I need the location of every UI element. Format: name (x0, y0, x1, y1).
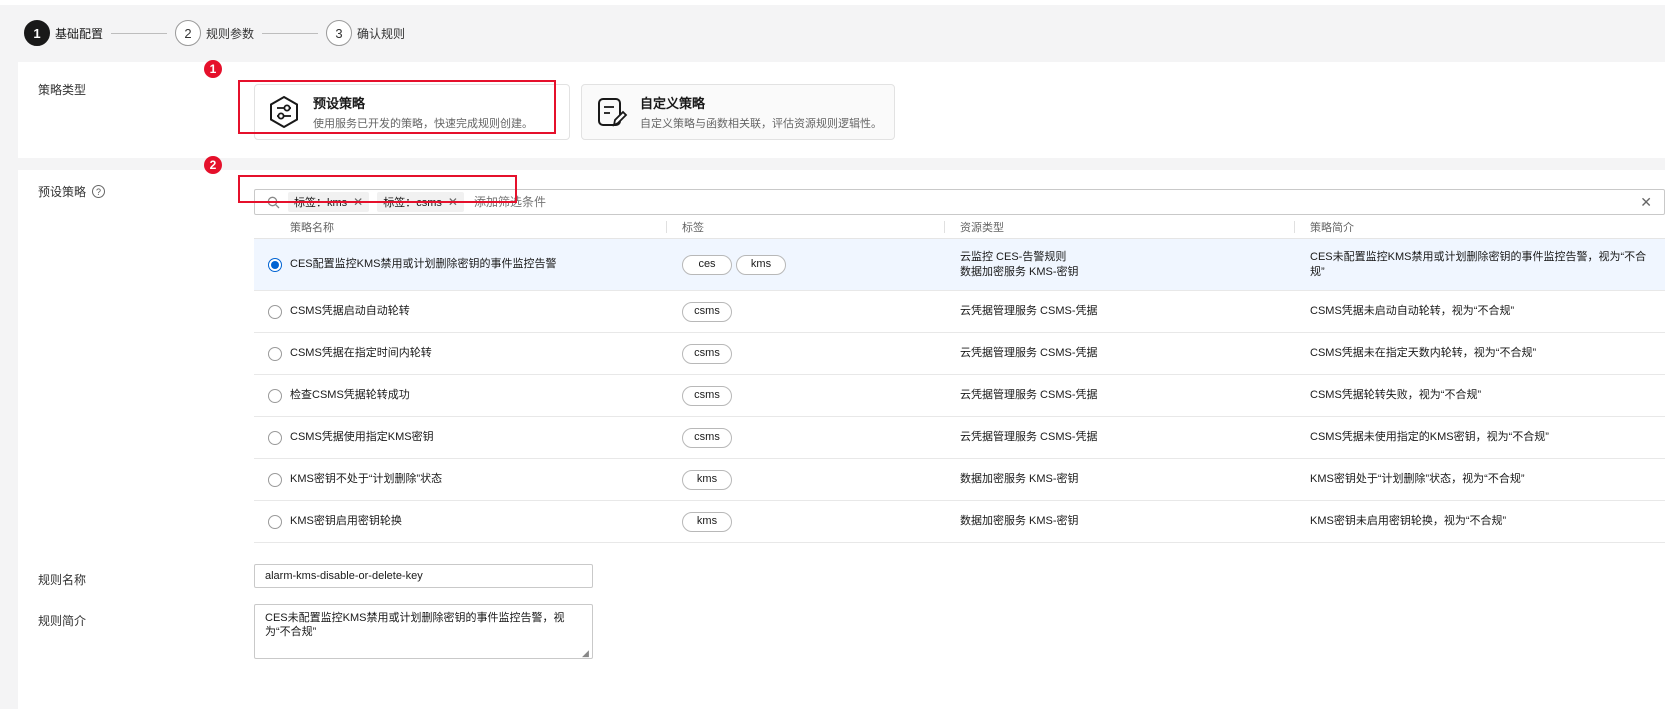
filter-search-bar[interactable]: 标签：kms ✕ 标签：csms ✕ ✕ (254, 189, 1665, 215)
policy-type-label: 策略类型 (38, 83, 87, 97)
preset-policy-option[interactable]: 预设策略 使用服务已开发的策略，快速完成规则创建。 (254, 84, 570, 140)
filter-chip-text: 标签：csms (383, 197, 442, 209)
tag-pill: kms (736, 254, 786, 275)
filter-chip-kms: 标签：kms ✕ (288, 192, 370, 212)
policy-name: KMS密钥不处于“计划删除”状态 (290, 473, 443, 485)
close-icon[interactable]: ✕ (353, 195, 363, 209)
step-connector (111, 32, 168, 34)
rule-name-input[interactable] (254, 564, 593, 588)
custom-policy-option[interactable]: 自定义策略 自定义策略与函数相关联，评估资源规则逻辑性。 (581, 84, 895, 140)
table-row[interactable]: CES配置监控KMS禁用或计划删除密钥的事件监控告警 ces kms 云监控 CE… (254, 239, 1665, 291)
rule-name-label: 规则名称 (38, 573, 87, 587)
policy-name: CSMS凭据使用指定KMS密钥 (290, 431, 434, 443)
policy-desc: CSMS凭据轮转失败，视为“不合规” (1310, 389, 1482, 401)
radio-button[interactable] (268, 346, 282, 361)
radio-button[interactable] (268, 388, 282, 403)
close-icon[interactable]: ✕ (448, 195, 458, 209)
table-row[interactable]: CSMS凭据在指定时间内轮转 csms 云凭据管理服务 CSMS-凭据 CSMS… (254, 333, 1665, 375)
tag-pill: csms (682, 385, 732, 406)
tag-pill: kms (682, 511, 732, 532)
policy-type-section: 策略类型 1 预设策略 使用服务已开发的策略，快速完成规则创建。 自定义策略 自… (18, 60, 1665, 158)
preset-policy-label-text: 预设策略 (38, 185, 87, 199)
table-header: 策略名称 标签 资源类型 策略简介 (254, 215, 1665, 239)
clear-filters-icon[interactable]: ✕ (1640, 194, 1652, 211)
rule-desc-textarea[interactable]: CES未配置监控KMS禁用或计划删除密钥的事件监控告警，视为“不合规” (254, 604, 593, 659)
step-connector (262, 32, 319, 34)
step-label: 规则参数 (206, 26, 255, 41)
policy-name: CES配置监控KMS禁用或计划删除密钥的事件监控告警 (290, 258, 557, 270)
tag-pill: csms (682, 427, 732, 448)
tag-pill: kms (682, 469, 732, 490)
resource-type: 数据加密服务 KMS-密钥 (960, 515, 1079, 527)
top-strip (0, 0, 1665, 5)
table-row[interactable]: CSMS凭据使用指定KMS密钥 csms 云凭据管理服务 CSMS-凭据 CSM… (254, 417, 1665, 459)
radio-button[interactable] (268, 430, 282, 445)
filter-chip-csms: 标签：csms ✕ (377, 192, 464, 212)
option-title: 自定义策略 (640, 96, 706, 111)
resource-type: 云凭据管理服务 CSMS-凭据 (960, 347, 1098, 359)
policy-desc: CSMS凭据未在指定天数内轮转，视为“不合规” (1310, 347, 1537, 359)
column-header-tags: 标签 (666, 215, 944, 238)
table-row[interactable]: 检查CSMS凭据轮转成功 csms 云凭据管理服务 CSMS-凭据 CSMS凭据… (254, 375, 1665, 417)
resource-type: 云凭据管理服务 CSMS-凭据 (960, 305, 1098, 317)
option-title: 预设策略 (313, 96, 366, 111)
policy-name: 检查CSMS凭据轮转成功 (290, 389, 410, 401)
step-basic-config[interactable]: 1 基础配置 (24, 20, 103, 46)
radio-button[interactable] (268, 472, 282, 487)
policy-desc: CES未配置监控KMS禁用或计划删除密钥的事件监控告警，视为“不合规” (1310, 250, 1647, 278)
step-label: 基础配置 (55, 26, 104, 41)
stepper: 1 基础配置 2 规则参数 3 确认规则 (24, 20, 405, 46)
filter-input[interactable] (473, 195, 774, 209)
radio-button[interactable] (268, 514, 282, 529)
resize-handle-icon[interactable]: ◢ (582, 648, 589, 659)
tag-pill: csms (682, 343, 732, 364)
step-number: 2 (175, 20, 202, 46)
preset-policy-table: 策略名称 标签 资源类型 策略简介 CES配置监控KMS禁用或计划删除密钥的事件… (254, 215, 1665, 543)
tag-pill: ces (682, 254, 732, 275)
annotation-badge-2: 2 (204, 156, 222, 174)
tag-pill: csms (682, 301, 732, 322)
search-icon (267, 196, 280, 208)
resource-type: 云监控 CES-告警规则 (960, 250, 1067, 263)
column-header-name: 策略名称 (290, 221, 334, 234)
preset-policy-section: 预设策略 ? 2 标签：kms ✕ 标签：csms ✕ ✕ 策略名称 标签 资源… (18, 156, 1665, 709)
help-icon[interactable]: ? (92, 185, 106, 198)
radio-button[interactable] (268, 304, 282, 319)
preset-policy-label: 预设策略 ? (38, 183, 106, 200)
resource-type: 云凭据管理服务 CSMS-凭据 (960, 431, 1098, 443)
column-header-desc: 策略简介 (1294, 215, 1665, 238)
radio-button[interactable] (268, 257, 282, 272)
option-desc: 使用服务已开发的策略，快速完成规则创建。 (313, 118, 533, 130)
policy-desc: CSMS凭据未启动自动轮转，视为“不合规” (1310, 305, 1515, 317)
annotation-badge-1: 1 (204, 60, 222, 78)
custom-policy-icon (598, 98, 628, 127)
step-confirm-rule[interactable]: 3 确认规则 (326, 20, 405, 46)
table-row[interactable]: KMS密钥不处于“计划删除”状态 kms 数据加密服务 KMS-密钥 KMS密钥… (254, 459, 1665, 501)
policy-desc: CSMS凭据未使用指定的KMS密钥，视为“不合规” (1310, 431, 1549, 443)
resource-type: 数据加密服务 KMS-密钥 (960, 265, 1079, 278)
table-row[interactable]: KMS密钥启用密钥轮换 kms 数据加密服务 KMS-密钥 KMS密钥未启用密钥… (254, 501, 1665, 543)
policy-desc: KMS密钥处于“计划删除”状态，视为“不合规” (1310, 473, 1525, 485)
rule-desc-label: 规则简介 (38, 614, 87, 628)
step-number: 1 (24, 20, 50, 46)
filter-chip-text: 标签：kms (294, 197, 348, 209)
step-rule-params[interactable]: 2 规则参数 (175, 20, 254, 46)
policy-name: CSMS凭据在指定时间内轮转 (290, 347, 432, 359)
resource-type: 云凭据管理服务 CSMS-凭据 (960, 389, 1098, 401)
policy-desc: KMS密钥未启用密钥轮换，视为“不合规” (1310, 515, 1507, 527)
column-header-resource: 资源类型 (944, 215, 1294, 238)
table-row[interactable]: CSMS凭据启动自动轮转 csms 云凭据管理服务 CSMS-凭据 CSMS凭据… (254, 291, 1665, 333)
step-label: 确认规则 (357, 26, 406, 41)
option-desc: 自定义策略与函数相关联，评估资源规则逻辑性。 (640, 118, 882, 130)
policy-name: CSMS凭据启动自动轮转 (290, 305, 410, 317)
preset-policy-icon (270, 95, 298, 129)
policy-name: KMS密钥启用密钥轮换 (290, 515, 402, 527)
resource-type: 数据加密服务 KMS-密钥 (960, 473, 1079, 485)
step-number: 3 (326, 20, 353, 46)
